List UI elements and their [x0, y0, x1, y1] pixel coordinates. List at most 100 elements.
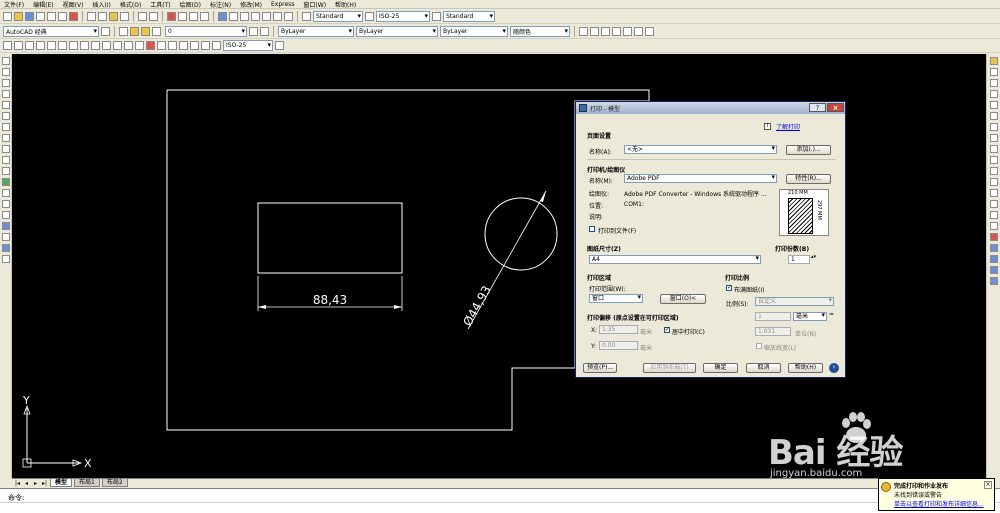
tab-layout1[interactable]: 布局1: [74, 479, 100, 487]
dim-edit-icon[interactable]: [190, 41, 199, 50]
text-style-select[interactable]: Standard: [313, 10, 363, 22]
scale-text-icon[interactable]: [623, 26, 632, 36]
preview-button[interactable]: 预览(P)...: [583, 363, 617, 373]
copy-icon[interactable]: [98, 11, 107, 21]
expand-options-icon[interactable]: ›: [829, 363, 839, 373]
hatch-icon[interactable]: [1, 211, 10, 219]
next-tab-icon[interactable]: ▸: [32, 480, 39, 487]
dim-update-icon[interactable]: [212, 41, 221, 50]
center-mark-icon[interactable]: [157, 41, 166, 50]
scale-unit-select[interactable]: 毫米: [793, 312, 827, 321]
layer-manager-icon[interactable]: [119, 26, 128, 36]
menu-window[interactable]: 窗口(W): [303, 0, 326, 9]
printer-name-select[interactable]: Adobe PDF: [624, 174, 777, 183]
first-tab-icon[interactable]: |◂: [14, 480, 21, 487]
center-plot-checkbox[interactable]: ✓: [664, 327, 670, 333]
polyline-icon[interactable]: [1, 79, 10, 87]
help-button[interactable]: 帮助(H): [788, 363, 823, 373]
redo-icon[interactable]: [149, 11, 158, 21]
chamfer-icon[interactable]: [989, 211, 998, 219]
move-icon[interactable]: [989, 112, 998, 120]
find-text-icon[interactable]: [601, 26, 610, 36]
scale-select[interactable]: 自定义: [755, 297, 834, 306]
prev-tab-icon[interactable]: ◂: [23, 480, 30, 487]
offset-icon[interactable]: [989, 90, 998, 98]
calculator-icon[interactable]: [273, 11, 282, 21]
cut-icon[interactable]: [87, 11, 96, 21]
add-page-setup-button[interactable]: 添加(.)...: [786, 145, 831, 155]
make-current-icon[interactable]: [249, 26, 258, 36]
text-edit-icon[interactable]: [590, 26, 599, 36]
tab-layout2[interactable]: 布局2: [101, 479, 128, 487]
revision-cloud-icon[interactable]: [1, 134, 10, 142]
ellipse-arc-icon[interactable]: [1, 167, 10, 175]
bring-front-icon[interactable]: [989, 255, 998, 263]
close-icon[interactable]: ×: [984, 481, 992, 489]
menu-dimension[interactable]: 标注(N): [210, 0, 231, 9]
learn-plot-link[interactable]: 了解打印: [776, 122, 800, 131]
menu-edit[interactable]: 编辑(E): [33, 0, 53, 9]
plot-preview-icon[interactable]: [47, 11, 56, 21]
linetype-select[interactable]: ByLayer: [356, 25, 438, 37]
region-icon[interactable]: [1, 233, 10, 241]
help-question-button[interactable]: ?: [809, 103, 826, 112]
dim-style-manager-icon[interactable]: [275, 41, 284, 50]
publish-icon[interactable]: [58, 11, 67, 21]
point-icon[interactable]: [1, 200, 10, 208]
text-a-icon[interactable]: [579, 26, 588, 36]
plot-to-file-checkbox[interactable]: [589, 226, 595, 232]
dim-break-icon[interactable]: [135, 41, 144, 50]
offset-y-input[interactable]: 0.00: [599, 341, 638, 350]
menu-modify[interactable]: 修改(M): [240, 0, 262, 9]
dim-style-select-2[interactable]: ISO-25: [223, 40, 273, 51]
plot-what-select[interactable]: 窗口: [589, 294, 643, 303]
color-select[interactable]: ByLayer: [278, 25, 354, 37]
zoom-previous-icon[interactable]: [200, 11, 209, 21]
3d-dwf-icon[interactable]: [69, 11, 78, 21]
fillet-icon[interactable]: [989, 222, 998, 230]
dim-linear-icon[interactable]: [3, 41, 12, 50]
menu-view[interactable]: 视图(V): [63, 0, 84, 9]
tolerance-icon[interactable]: [146, 41, 155, 50]
scale-value-2-input[interactable]: 1.031: [755, 327, 791, 336]
dim-space-icon[interactable]: [124, 41, 133, 50]
array-icon[interactable]: [989, 101, 998, 109]
rotate-icon[interactable]: [989, 123, 998, 131]
mtext-icon[interactable]: [1, 255, 10, 263]
zoom-realtime-icon[interactable]: [178, 11, 187, 21]
trim-icon[interactable]: [989, 156, 998, 164]
dim-angular-icon[interactable]: [80, 41, 89, 50]
stretch-icon[interactable]: [989, 145, 998, 153]
erase-icon[interactable]: [989, 57, 998, 65]
dialog-titlebar[interactable]: 打印 - 模型 ? ×: [576, 102, 845, 114]
dim-diameter-icon[interactable]: [69, 41, 78, 50]
menu-tools[interactable]: 工具(T): [150, 0, 170, 9]
layer-previous-icon[interactable]: [260, 26, 269, 36]
menu-file[interactable]: 文件(F): [4, 0, 24, 9]
new-icon[interactable]: [3, 11, 12, 21]
match-properties-icon[interactable]: [120, 11, 129, 21]
extend-icon[interactable]: [989, 167, 998, 175]
offset-x-input[interactable]: 1.35: [599, 325, 638, 334]
construction-line-icon[interactable]: [1, 68, 10, 76]
help-icon[interactable]: [284, 11, 293, 21]
apply-to-layout-button[interactable]: 应用到布局(T): [643, 363, 696, 373]
printer-properties-button[interactable]: 特性(R)...: [786, 174, 831, 184]
menu-insert[interactable]: 插入(I): [92, 0, 110, 9]
fit-to-paper-checkbox[interactable]: ✓: [726, 285, 732, 291]
workspace-select[interactable]: AutoCAD 经典: [3, 25, 99, 37]
dialog-close-button[interactable]: ×: [827, 103, 844, 112]
scale-value-1-input[interactable]: 1: [755, 312, 791, 321]
layer-on-icon[interactable]: [130, 26, 139, 36]
dim-continue-icon[interactable]: [113, 41, 122, 50]
break-at-point-icon[interactable]: [989, 178, 998, 186]
layer-lock-icon[interactable]: [152, 26, 161, 36]
tab-model[interactable]: 模型: [50, 479, 73, 487]
gradient-icon[interactable]: [1, 222, 10, 230]
paste-icon[interactable]: [109, 11, 118, 21]
dim-arc-icon[interactable]: [25, 41, 34, 50]
menu-draw[interactable]: 绘图(D): [180, 0, 201, 9]
undo-icon[interactable]: [138, 11, 147, 21]
line-icon[interactable]: [1, 57, 10, 65]
ok-button[interactable]: 确定: [703, 363, 738, 373]
